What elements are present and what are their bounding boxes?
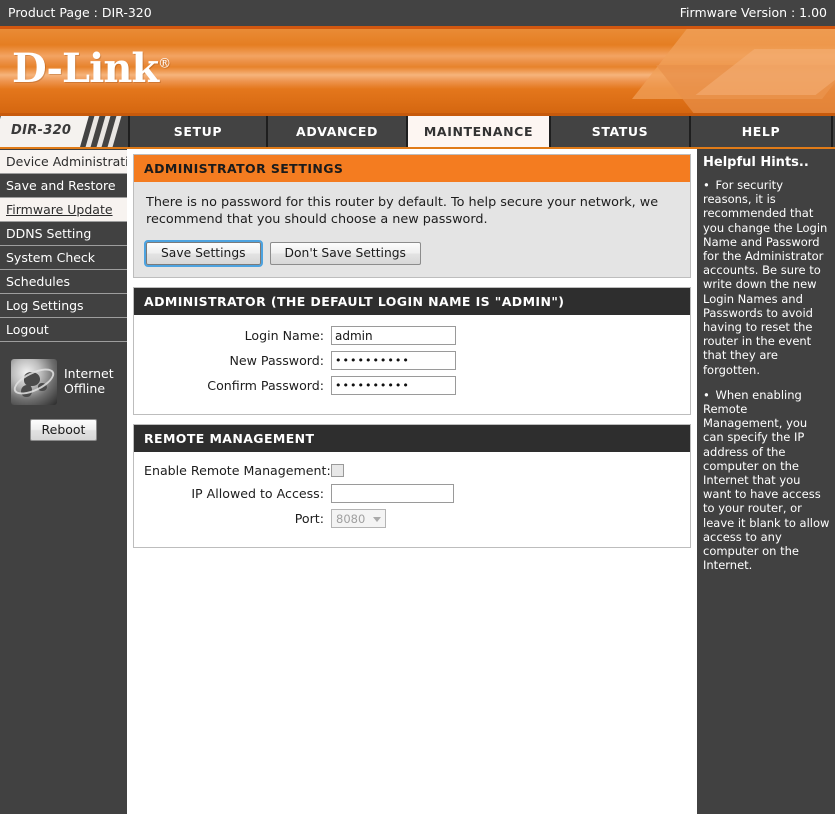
confirm-password-label: Confirm Password: [207,378,324,393]
administrator-panel-body: Login Name: New Password: Confirm Passwo… [134,315,690,414]
tab-advanced[interactable]: ADVANCED [268,116,408,147]
chevron-down-icon [373,517,381,522]
internet-status-line1: Internet [64,366,114,381]
left-sidebar: Device AdministrationSave and RestoreFir… [0,149,127,814]
save-settings-button[interactable]: Save Settings [144,240,263,267]
login-name-label: Login Name: [244,328,324,343]
sidebar-item-schedules[interactable]: Schedules [0,270,127,294]
internet-status: Internet Offline [0,359,127,405]
bullet-icon: • [703,387,710,402]
globe-icon [11,359,57,405]
administrator-settings-description: There is no password for this router by … [146,195,659,227]
settings-button-row: Save Settings Don't Save Settings [144,240,678,267]
ip-allowed-label: IP Allowed to Access: [191,486,324,501]
router-admin-page: Product Page : DIR-320 Firmware Version … [0,0,835,814]
port-label: Port: [294,511,324,526]
hint-text: When enabling Remote Management, you can… [703,387,830,573]
main-navigation: DIR-320 SETUP ADVANCED MAINTENANCE STATUS HE… [0,116,835,147]
new-password-row: New Password: [144,351,680,370]
port-row: Port: 8080 [144,509,680,528]
port-select[interactable]: 8080 [331,509,386,528]
brand-banner: D-Link® [0,29,835,115]
new-password-label: New Password: [229,353,324,368]
tab-maintenance[interactable]: MAINTENANCE [408,116,551,147]
confirm-password-row: Confirm Password: [144,376,680,395]
reboot-area: Reboot [0,419,127,441]
product-page-label: Product Page : DIR-320 [8,5,152,20]
model-badge: DIR-320 [0,116,128,147]
enable-remote-management-checkbox[interactable] [331,464,344,477]
badge-slash-icon [107,116,122,147]
internet-status-text: Internet Offline [64,366,114,396]
top-product-bar: Product Page : DIR-320 Firmware Version … [0,0,835,26]
administrator-settings-title: ADMINISTRATOR SETTINGS [134,155,690,182]
helpful-hints-panel: Helpful Hints.. • For security reasons, … [697,149,835,814]
internet-status-line2: Offline [64,381,106,396]
helpful-hints-title: Helpful Hints.. [703,155,809,170]
bullet-icon: • [703,178,710,192]
hint-item: • For security reasons, it is recommende… [703,178,830,377]
administrator-settings-panel: ADMINISTRATOR SETTINGS There is no passw… [133,154,691,278]
administrator-panel: ADMINISTRATOR (THE DEFAULT LOGIN NAME IS… [133,287,691,415]
reboot-button[interactable]: Reboot [29,419,98,441]
model-badge-label: DIR-320 [11,123,72,138]
hint-item: • When enabling Remote Management, you c… [703,388,830,573]
login-name-row: Login Name: [144,326,680,345]
sidebar-item-system-check[interactable]: System Check [0,246,127,270]
nav-tab-list: SETUP ADVANCED MAINTENANCE STATUS HELP [128,116,833,147]
ip-allowed-input[interactable] [331,484,454,503]
logo-text: D-Link [12,45,159,92]
remote-management-title: REMOTE MANAGEMENT [134,425,690,452]
sidebar-item-log-settings[interactable]: Log Settings [0,294,127,318]
sidebar-menu: Device AdministrationSave and RestoreFir… [0,149,127,342]
helpful-hints-list: • For security reasons, it is recommende… [703,178,830,572]
registered-mark-icon: ® [158,56,171,72]
sidebar-item-ddns-setting[interactable]: DDNS Setting [0,222,127,246]
hint-text: For security reasons, it is recommended … [703,178,828,377]
firmware-version-label: Firmware Version : 1.00 [679,5,827,20]
sidebar-item-device-administration[interactable]: Device Administration [0,150,127,174]
tab-status[interactable]: STATUS [551,116,691,147]
port-select-value: 8080 [336,512,366,526]
confirm-password-input[interactable] [331,376,456,395]
globe-orbit-ring [11,363,57,400]
dont-save-settings-button[interactable]: Don't Save Settings [269,242,421,265]
dlink-logo: D-Link® [12,49,171,89]
enable-remote-management-row: Enable Remote Management: [144,463,680,478]
sidebar-item-save-and-restore[interactable]: Save and Restore [0,174,127,198]
sidebar-item-logout[interactable]: Logout [0,318,127,342]
remote-management-panel: REMOTE MANAGEMENT Enable Remote Manageme… [133,424,691,548]
tab-help[interactable]: HELP [691,116,833,147]
main-content: ADMINISTRATOR SETTINGS There is no passw… [127,149,697,814]
enable-remote-management-label: Enable Remote Management: [144,463,331,478]
ip-allowed-row: IP Allowed to Access: [144,484,680,503]
remote-management-body: Enable Remote Management: IP Allowed to … [134,452,690,547]
new-password-input[interactable] [331,351,456,370]
sidebar-item-firmware-update[interactable]: Firmware Update [0,198,127,222]
administrator-settings-body: There is no password for this router by … [134,182,690,277]
tab-setup[interactable]: SETUP [128,116,268,147]
administrator-panel-title: ADMINISTRATOR (THE DEFAULT LOGIN NAME IS… [134,288,690,315]
login-name-input[interactable] [331,326,456,345]
